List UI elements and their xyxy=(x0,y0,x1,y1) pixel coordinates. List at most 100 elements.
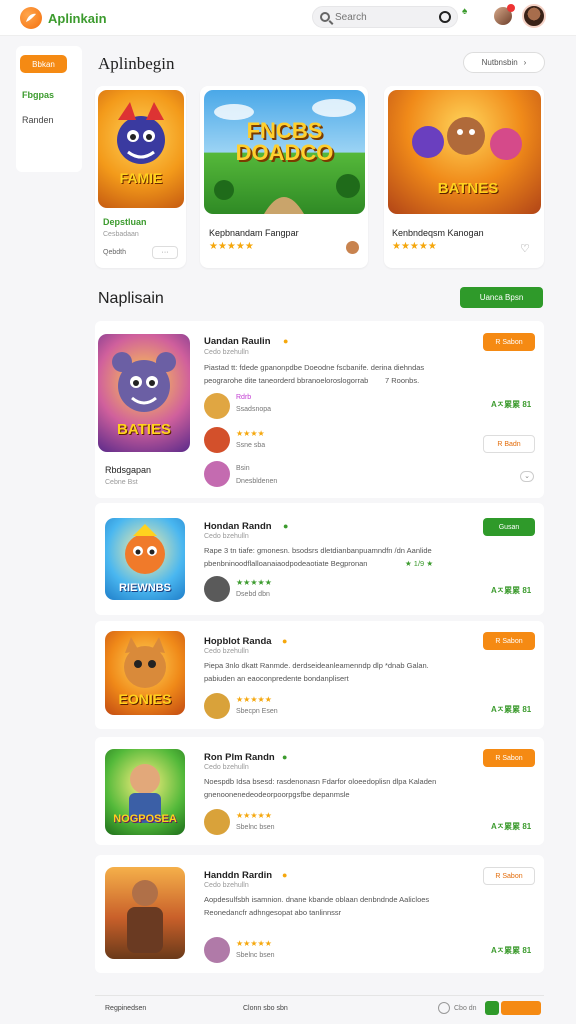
item-label: Rbdsgapan xyxy=(105,465,152,475)
item-desc-1: Piastad tt: fdede gpanonpdbe Doeodne fsc… xyxy=(204,363,425,372)
item-title: Uandan Raulin xyxy=(204,336,271,347)
card-subtitle: Cesbadaan xyxy=(103,231,139,238)
user-rating: ★★★★ xyxy=(236,429,265,438)
sidebar-primary-button[interactable]: Bbkan xyxy=(20,55,67,73)
game-art: RIEWNBS xyxy=(105,518,185,600)
item-subtitle: Cedo bzehulln xyxy=(204,648,249,655)
info-icon[interactable] xyxy=(438,1002,450,1014)
badge-icon: ● xyxy=(283,336,289,346)
chevron-down-icon[interactable]: ⌄ xyxy=(520,471,534,482)
user-avatar-small[interactable] xyxy=(494,4,515,25)
user-stat: Dnesbldenen xyxy=(236,478,278,485)
featured-card[interactable]: FNCBS DOADCO Kepbnandam Fangpar ★★★★★ xyxy=(200,86,368,268)
orange-button[interactable] xyxy=(501,1001,541,1015)
item-primary-button[interactable]: R Sabon xyxy=(483,333,535,351)
item-grade: Aㅈ累累 81 xyxy=(491,586,532,595)
status-ring-icon[interactable] xyxy=(439,11,451,23)
item-primary-button[interactable]: R Sabon xyxy=(483,867,535,885)
sidebar-item[interactable]: Randen xyxy=(22,115,54,125)
item-secondary-button[interactable]: R Badn xyxy=(483,435,535,453)
item-grade: Aㅈ累累 81 xyxy=(491,946,532,955)
featured-card[interactable]: BATNES Kenbndeqsm Kanogan ★★★★★ ♡ xyxy=(384,86,544,268)
footer-left[interactable]: Regpinedsen xyxy=(105,1005,146,1012)
item-desc-1: Noespdb Idsa bsesd: rasdenonasn Fdarfor … xyxy=(204,777,437,786)
user-rating: ★★★★★ xyxy=(236,695,272,704)
app-logo[interactable] xyxy=(20,7,42,29)
item-subtitle: Cedo bzehulln xyxy=(204,764,249,771)
footer: Regpinedsen Clonn sbo sbn Cbo dn xyxy=(95,995,544,1019)
green-square-icon[interactable] xyxy=(485,1001,499,1015)
item-subtitle: Cedo bzehulln xyxy=(204,349,249,356)
art-title: EONIES xyxy=(118,691,172,707)
game-art: FNCBS DOADCO xyxy=(204,90,365,214)
item-desc-2: peograrohe dite taneorderd bbranoelorosl… xyxy=(204,376,369,385)
game-art: NOGPOSEA xyxy=(105,749,185,835)
view-all-label: Nutbnsbin xyxy=(481,58,518,67)
user-stat: Sbelnc bsen xyxy=(236,952,275,959)
item-desc-2: pbenbninoodflalloanaiaodpodeaotiate Begp… xyxy=(204,559,368,568)
item-primary-button[interactable]: R Sabon xyxy=(483,749,535,767)
item-desc-2: pabiuden an eaoconpredente bondanplisert xyxy=(204,674,349,683)
sidebar: Bbkan Fbgpas Randen xyxy=(16,46,82,172)
item-subtitle: Cedo bzehulln xyxy=(204,882,249,889)
item-title: Hondan Randn xyxy=(204,521,272,532)
badge-icon: ● xyxy=(283,521,289,531)
item-title: Ron Plm Randn xyxy=(204,752,275,763)
top-header: Aplinkain ♠ xyxy=(0,0,576,36)
footer-right[interactable]: Cbo dn xyxy=(454,1005,477,1012)
featured-title: Aplinbegin xyxy=(98,54,175,73)
featured-card[interactable]: FAMIE Depstluan Cesbadaan Qebdth ··· xyxy=(95,86,186,268)
card-title: Kenbndeqsm Kanogan xyxy=(392,228,484,238)
item-grade: Aㅈ累累 81 xyxy=(491,400,532,409)
item-desc-2: Reonedancfr adhngesopat abo tanlinnssr xyxy=(204,908,342,917)
item-sublabel: Cebne Bst xyxy=(105,479,138,486)
user-tag: Rdrb xyxy=(236,394,252,401)
profile-avatar[interactable] xyxy=(522,4,546,28)
item-title: Handdn Rardin xyxy=(204,870,273,881)
sidebar-item-active[interactable]: Fbgpas xyxy=(22,90,54,100)
game-art: BATIES xyxy=(98,334,190,452)
card-menu-button[interactable]: ··· xyxy=(152,246,178,259)
item-desc-1: Aopdesulfsbh isamnion. dnane kbande obla… xyxy=(204,895,430,904)
search-input[interactable] xyxy=(335,10,431,25)
card-rating: ★★★★★ xyxy=(209,241,254,252)
card-label: Qebdth xyxy=(103,249,126,256)
list-item[interactable]: EONIES Hopblot Randa ● Cedo bzehulln Pie… xyxy=(95,621,544,729)
search-box[interactable] xyxy=(312,6,458,28)
user-stat: Sbelnc bsen xyxy=(236,824,275,831)
item-primary-button[interactable]: Gusan xyxy=(483,518,535,536)
badge-icon: ● xyxy=(282,870,288,880)
list-title: Naplisain xyxy=(98,290,164,307)
user-rating: ★★★★★ xyxy=(236,578,272,587)
art-title: BATIES xyxy=(117,421,171,438)
game-art: FAMIE xyxy=(98,90,184,208)
badge-icon: ● xyxy=(282,636,288,646)
card-title: Depstluan xyxy=(103,217,147,227)
avatar xyxy=(204,937,230,963)
search-icon xyxy=(320,12,330,22)
notification-dot xyxy=(507,4,515,12)
view-all-button[interactable]: Nutbnsbin › xyxy=(463,52,545,73)
user-rating: ★★★★★ xyxy=(236,939,272,948)
list-action-button[interactable]: Uanca Bpsn xyxy=(460,287,543,308)
list-item[interactable]: BATIES Rbdsgapan Cebne Bst Uandan Raulin… xyxy=(95,321,544,498)
user-stat: Ssne sba xyxy=(236,442,266,449)
item-desc-1: Piepa 3nlo dkatt Ranmde. derdseideanleam… xyxy=(204,661,429,670)
leaf-icon[interactable]: ♠ xyxy=(462,6,467,17)
item-grade: Aㅈ累累 81 xyxy=(491,705,532,714)
footer-mid[interactable]: Clonn sbo sbn xyxy=(243,1005,288,1012)
list-item[interactable]: RIEWNBS Hondan Randn ● Cedo bzehulln Rap… xyxy=(95,503,544,615)
item-primary-button[interactable]: R Sabon xyxy=(483,632,535,650)
art-title: FNCBS DOADCO xyxy=(235,118,334,165)
list-item[interactable]: Handdn Rardin ● Cedo bzehulln Aopdesulfs… xyxy=(95,855,544,973)
heart-icon[interactable]: ♡ xyxy=(520,242,530,255)
art-title: BATNES xyxy=(437,180,499,197)
badge-icon: ● xyxy=(282,752,288,762)
item-subtitle: Cedo bzehulln xyxy=(204,533,249,540)
brand-name[interactable]: Aplinkain xyxy=(48,11,107,26)
list-item[interactable]: NOGPOSEA Ron Plm Randn ● Cedo bzehulln N… xyxy=(95,737,544,845)
item-rating-text: 7 Roonbs. xyxy=(385,376,420,385)
user-tag: Bsin xyxy=(236,465,250,472)
avatar xyxy=(204,461,230,487)
art-title: RIEWNBS xyxy=(119,582,171,594)
